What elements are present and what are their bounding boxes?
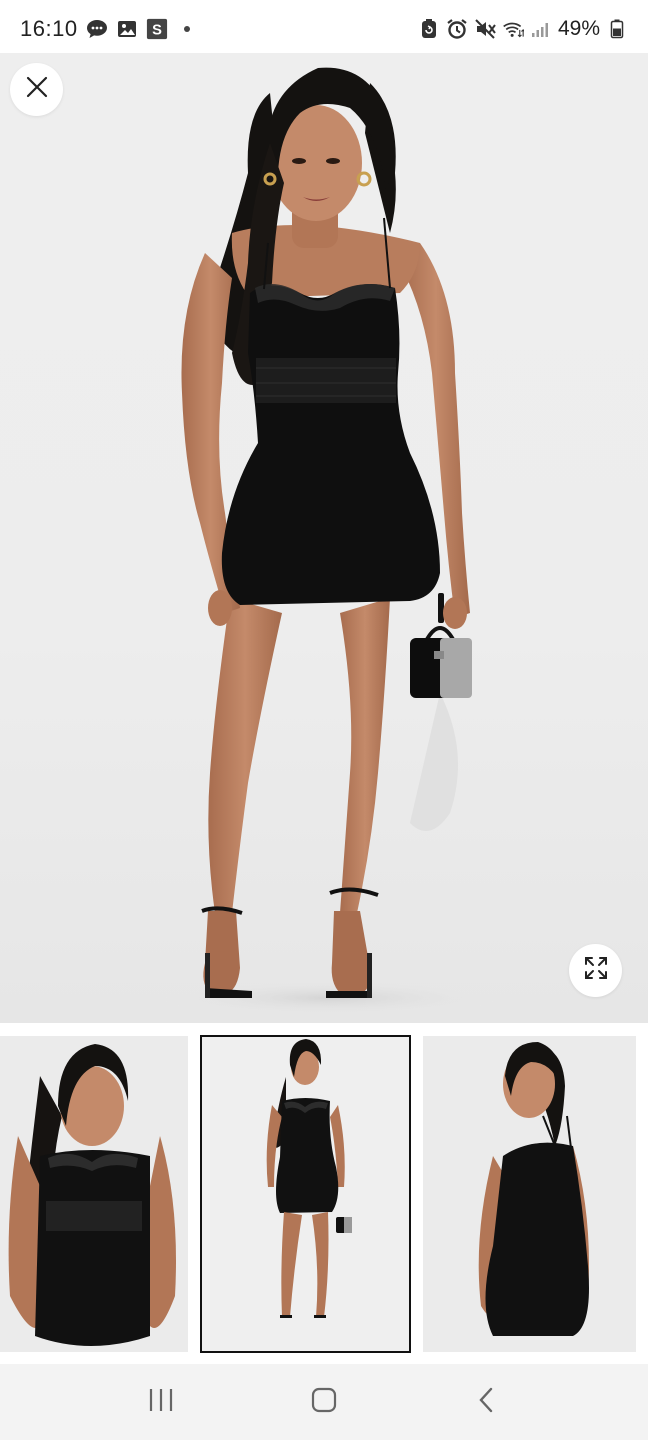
status-left: 16:10 S <box>20 16 198 42</box>
dot-icon <box>176 18 198 40</box>
battery-percent: 49% <box>557 17 600 40</box>
thumbnail-closeup-image <box>0 1036 188 1352</box>
close-button[interactable] <box>10 63 63 116</box>
expand-icon <box>583 955 609 986</box>
back-icon <box>473 1386 501 1419</box>
svg-text:S: S <box>152 23 162 39</box>
model-illustration <box>160 67 500 1016</box>
thumbnail-closeup-front[interactable] <box>0 1036 188 1352</box>
recycle-icon <box>418 18 440 40</box>
home-button[interactable] <box>294 1372 354 1432</box>
wifi-icon <box>502 18 524 40</box>
status-right: 49% <box>418 17 628 41</box>
thumbnail-full-image <box>202 1037 409 1351</box>
recent-apps-button[interactable] <box>131 1372 191 1432</box>
home-icon <box>310 1386 338 1419</box>
chat-bubble-icon <box>86 18 108 40</box>
status-time: 16:10 <box>20 16 78 41</box>
thumbnail-strip <box>0 1035 648 1353</box>
s-app-icon: S <box>146 18 168 40</box>
thumbnail-back[interactable] <box>423 1036 636 1352</box>
thumbnail-full-front[interactable] <box>200 1035 411 1353</box>
expand-button[interactable] <box>569 944 622 997</box>
system-navigation-bar <box>0 1364 648 1440</box>
battery-icon <box>606 18 628 40</box>
close-icon <box>24 74 50 105</box>
mute-icon <box>474 18 496 40</box>
main-product-image[interactable] <box>0 53 648 1023</box>
alarm-icon <box>446 18 468 40</box>
signal-icon <box>530 18 552 40</box>
recent-apps-icon <box>147 1386 175 1419</box>
gallery-icon <box>116 18 138 40</box>
thumbnail-back-image <box>423 1036 636 1352</box>
back-button[interactable] <box>457 1372 517 1432</box>
status-bar: 16:10 S 49% <box>0 0 648 58</box>
